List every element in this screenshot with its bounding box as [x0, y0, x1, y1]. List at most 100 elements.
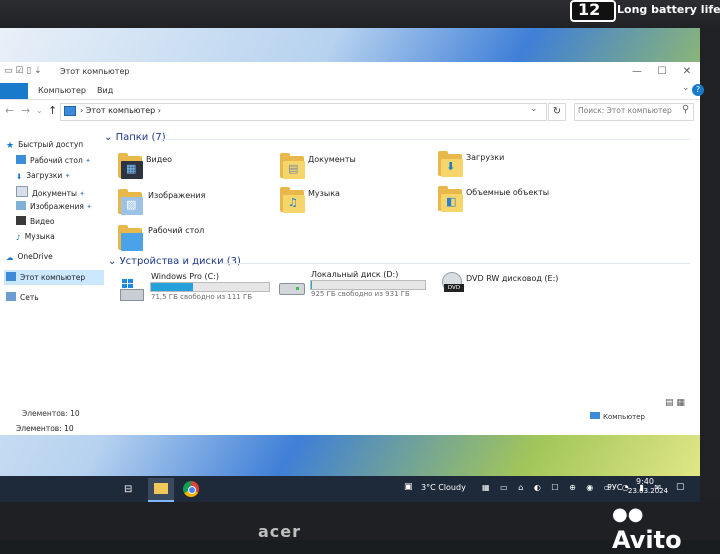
- pin-icon: ✦: [85, 157, 92, 165]
- sidebar-item-quick-access[interactable]: ★ Быстрый доступ: [6, 140, 83, 154]
- folder-name: Музыка: [308, 189, 340, 198]
- sidebar-item-onedrive[interactable]: ☁ OneDrive: [6, 252, 53, 266]
- group-divider: [222, 263, 690, 264]
- folder-name: Изображения: [148, 191, 206, 200]
- avito-dots-icon: ●●: [612, 504, 644, 525]
- clock-date[interactable]: 23.03.2024: [628, 487, 668, 495]
- drive-item-c[interactable]: Windows Pro (C:) 71,5 ГБ свободно из 111…: [118, 271, 278, 305]
- downloads-folder-icon: ⬇: [438, 150, 464, 178]
- badge-text: Long battery life: [617, 3, 720, 16]
- sidebar-item-documents[interactable]: Документы ✦: [16, 186, 85, 200]
- download-icon: ⬇: [16, 172, 23, 181]
- drive-usage-fill: [151, 283, 194, 291]
- sidebar-item-videos[interactable]: Видео: [16, 216, 54, 230]
- sidebar-label: Быстрый доступ: [18, 140, 84, 149]
- dvd-label: DVD: [444, 284, 464, 292]
- drive-usage-bar: [310, 280, 426, 290]
- back-icon[interactable]: ←: [5, 104, 14, 117]
- view-toggle-icons[interactable]: ▤ ▦: [665, 398, 685, 408]
- pin-icon: ✦: [79, 190, 86, 198]
- pictures-folder-icon: ▨: [118, 188, 144, 216]
- pin-icon: ✦: [86, 203, 93, 211]
- avito-watermark: ●● Avito: [612, 498, 720, 554]
- drive-usage-fill: [311, 281, 313, 289]
- sidebar-item-pictures[interactable]: Изображения ✦: [16, 201, 92, 215]
- folder-item-documents[interactable]: ▤ Документы: [280, 152, 430, 182]
- chrome-center: [188, 486, 196, 494]
- sidebar-label: Этот компьютер: [20, 273, 86, 282]
- taskbar-explorer-button[interactable]: [148, 478, 174, 502]
- sidebar-item-network[interactable]: Сеть: [6, 292, 39, 306]
- sidebar-item-music[interactable]: ♪ Музыка: [16, 232, 55, 246]
- desktop-folder-icon: [118, 224, 144, 252]
- close-button[interactable]: ✕: [675, 64, 699, 80]
- network-icon: [6, 292, 16, 301]
- recent-dropdown-icon[interactable]: ⌄: [36, 106, 43, 115]
- sidebar-item-downloads[interactable]: ⬇ Загрузки ✦: [16, 171, 71, 185]
- sidebar-label: Загрузки: [26, 171, 63, 180]
- document-icon: [16, 186, 28, 197]
- badge-box: 12: [570, 0, 616, 22]
- folder-item-desktop[interactable]: Рабочий стол: [118, 224, 268, 254]
- folder-name: Объемные объекты: [466, 188, 550, 197]
- hard-drive-icon: [278, 280, 305, 302]
- sidebar-item-desktop[interactable]: Рабочий стол ✦: [16, 155, 91, 169]
- window-title: Этот компьютер: [60, 67, 130, 76]
- help-icon[interactable]: ?: [692, 84, 704, 96]
- desktop-icon: [16, 155, 26, 164]
- task-view-icon[interactable]: ⊟: [124, 484, 140, 498]
- drive-usage-bar: [150, 282, 270, 292]
- folder-item-3d-objects[interactable]: ◧ Объемные объекты: [438, 185, 588, 215]
- drive-item-d[interactable]: Локальный диск (D:) 925 ГБ свободно из 9…: [278, 268, 438, 302]
- forward-icon[interactable]: →: [21, 104, 30, 117]
- video-icon: [16, 216, 26, 225]
- search-placeholder: Поиск: Этот компьютер: [578, 106, 672, 115]
- dvd-drive-icon: DVD: [440, 272, 466, 294]
- devices-header[interactable]: ⌄ Устройства и диски (3): [108, 256, 241, 267]
- cloud-icon: ☁: [6, 253, 14, 262]
- address-label: Этот компьютер: [85, 106, 156, 115]
- pin-icon: ✦: [64, 172, 71, 180]
- folder-item-pictures[interactable]: ▨ Изображения: [118, 188, 268, 218]
- sidebar-label: Сеть: [20, 293, 39, 302]
- folder-item-videos[interactable]: ▦ Видео: [118, 152, 268, 182]
- weather-text[interactable]: 3°C Cloudy: [421, 483, 466, 492]
- sidebar-item-this-pc[interactable]: Этот компьютер: [6, 272, 85, 286]
- address-dropdown-icon[interactable]: ⌄: [530, 104, 538, 114]
- quick-access-toolbar[interactable]: ▭ ☑ ▯ ⇣: [4, 66, 42, 76]
- minimize-button[interactable]: —: [625, 64, 649, 80]
- drive-item-e[interactable]: DVD DVD RW дисковод (E:): [440, 268, 600, 302]
- refresh-button[interactable]: ↻: [548, 103, 566, 121]
- lower-status-count: Элементов: 10: [16, 424, 74, 433]
- sidebar-label: Документы: [32, 189, 77, 198]
- maximize-button[interactable]: ☐: [650, 64, 674, 80]
- chrome-icon[interactable]: [183, 481, 199, 497]
- file-tab[interactable]: [0, 83, 28, 99]
- pictures-icon: [16, 201, 26, 210]
- folder-item-music[interactable]: ♫ Музыка: [280, 186, 430, 216]
- acer-logo: acer: [258, 522, 302, 541]
- folder-name: Видео: [146, 155, 173, 164]
- status-items-count: Элементов: 10: [22, 409, 80, 418]
- star-icon: ★: [6, 141, 15, 151]
- folder-name: Документы: [308, 155, 356, 164]
- folders-header[interactable]: ⌄ Папки (7): [104, 132, 166, 143]
- clock-time[interactable]: 9:40: [636, 477, 654, 486]
- up-icon[interactable]: ↑: [48, 104, 57, 117]
- computer-icon: [64, 106, 76, 116]
- computer-icon: [6, 272, 16, 281]
- tab-view[interactable]: Вид: [97, 86, 113, 95]
- language-indicator[interactable]: РУС: [607, 483, 622, 492]
- weather-icon[interactable]: ▣: [404, 482, 413, 492]
- sidebar-label: Музыка: [24, 232, 55, 241]
- ribbon-expand-icon[interactable]: ⌄: [682, 83, 690, 93]
- search-icon[interactable]: ⚲: [682, 104, 689, 115]
- music-folder-icon: ♫: [280, 186, 306, 214]
- folder-item-downloads[interactable]: ⬇ Загрузки: [438, 150, 588, 180]
- tab-computer[interactable]: Компьютер: [38, 86, 86, 95]
- status-location-label: Компьютер: [603, 413, 645, 421]
- battery-badge: 12 Long battery life: [570, 0, 720, 22]
- folder-name: Рабочий стол: [148, 226, 205, 235]
- notification-icon[interactable]: ▢: [676, 482, 685, 492]
- folders-header-label: Папки (7): [115, 132, 166, 143]
